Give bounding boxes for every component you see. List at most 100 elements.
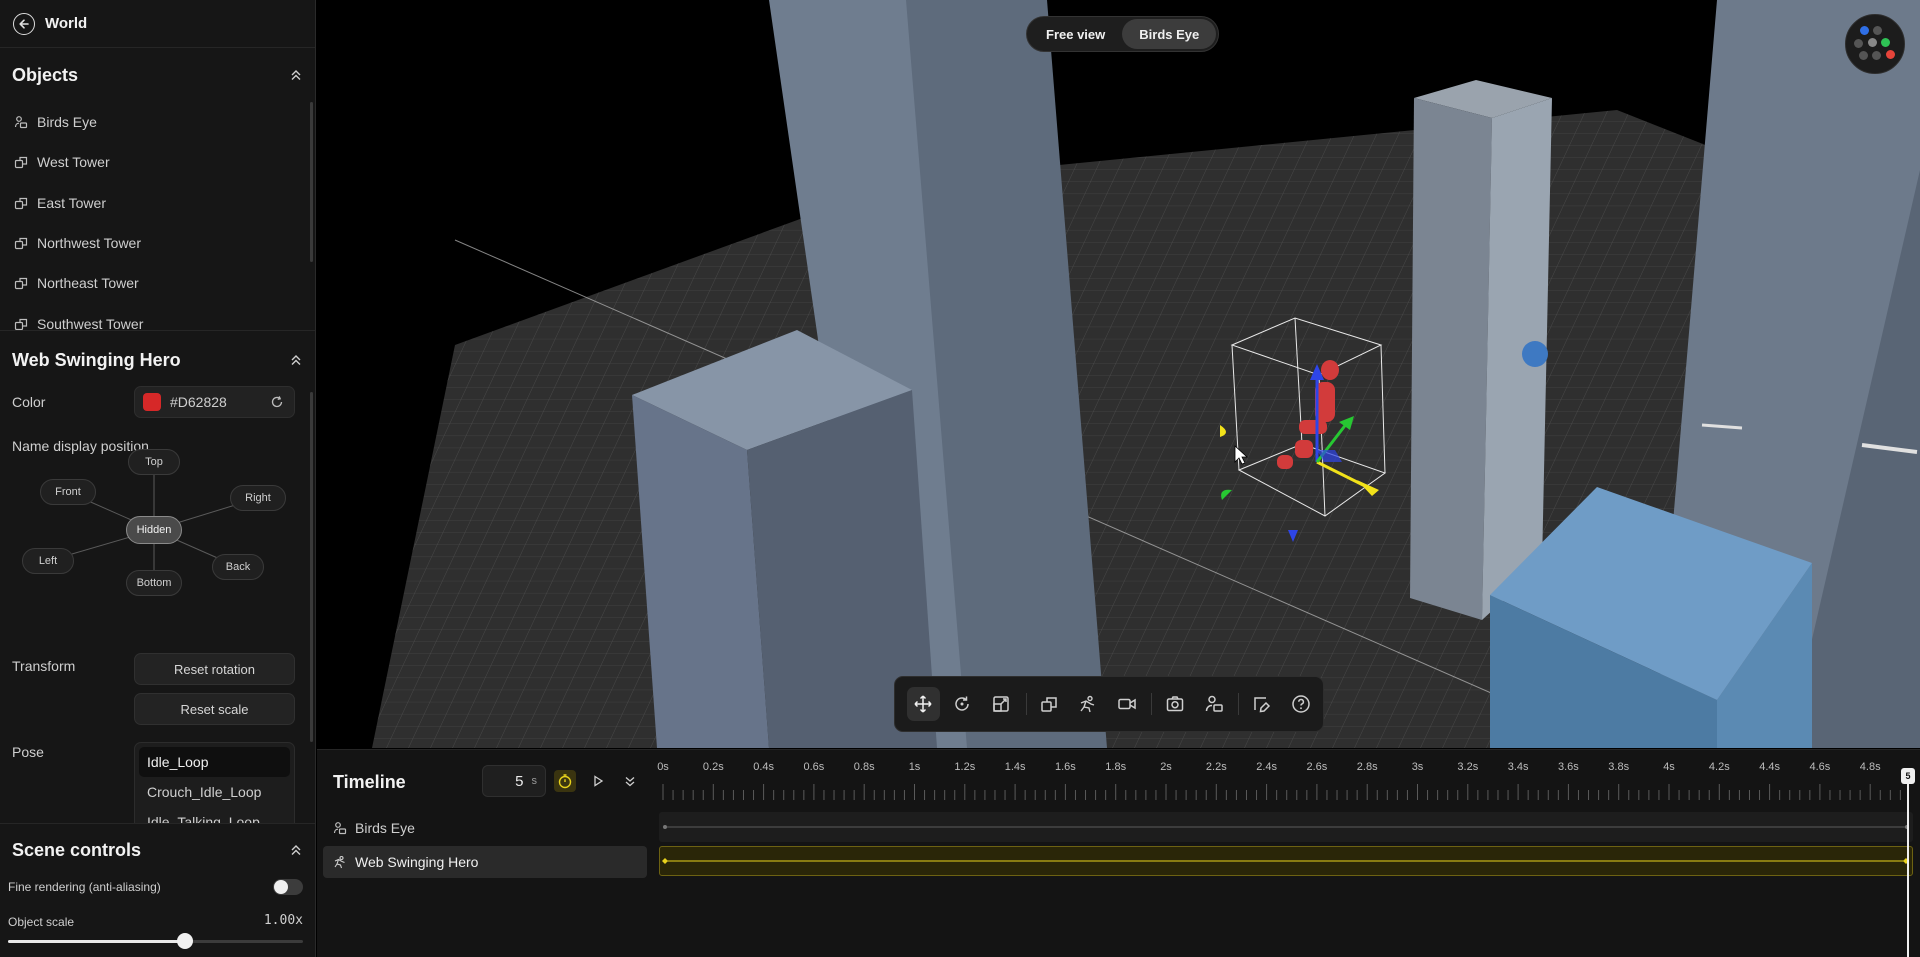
position-back[interactable]: Back: [212, 554, 264, 580]
timeline-panel: Timeline 5 s Birds Eye Web Swinging Hero…: [317, 749, 1920, 957]
camera-sphere: [1522, 341, 1548, 367]
toolbar-divider: [1238, 693, 1240, 715]
scene-canvas[interactable]: [317, 0, 1920, 748]
pose-item-crouch-idle-loop[interactable]: Crouch_Idle_Loop: [139, 777, 290, 807]
collapse-objects-icon[interactable]: [288, 67, 304, 83]
lane-birds-eye[interactable]: [659, 812, 1913, 842]
help-button[interactable]: [1284, 687, 1317, 721]
move-tool[interactable]: [907, 687, 940, 721]
ruler-label: 3.6s: [1557, 761, 1579, 773]
color-picker-field[interactable]: #D62828: [134, 386, 295, 418]
dot: [1854, 39, 1863, 48]
ruler-ticks: [662, 784, 1901, 800]
position-bottom[interactable]: Bottom: [126, 570, 182, 596]
track-birds-eye[interactable]: Birds Eye: [323, 812, 647, 844]
ruler-label: 4.4s: [1759, 761, 1780, 773]
camera-person-icon: [14, 116, 28, 129]
sidebar: World Objects Birds Eye West Tower East …: [0, 0, 316, 957]
keyframe-icon: [662, 858, 668, 864]
ruler-label: 2.6s: [1306, 761, 1328, 773]
position-front-label: Front: [55, 486, 81, 498]
object-item-northwest-tower[interactable]: Northwest Tower: [0, 223, 315, 263]
slider-thumb[interactable]: [177, 933, 193, 949]
screenshot-tool[interactable]: [1158, 687, 1191, 721]
rotate-tool[interactable]: [946, 687, 979, 721]
objects-scrollbar[interactable]: [310, 102, 313, 262]
object-item-birds-eye[interactable]: Birds Eye: [0, 102, 315, 142]
ruler-label: 0.6s: [803, 761, 825, 773]
ruler-label: 4.6s: [1809, 761, 1831, 773]
position-left[interactable]: Left: [22, 548, 74, 574]
dot: [1873, 26, 1882, 35]
screenshot-icon: [1166, 696, 1184, 712]
shapes-icon: [14, 318, 28, 330]
track-web-swinging-hero[interactable]: Web Swinging Hero: [323, 846, 647, 878]
shapes-icon: [14, 237, 28, 250]
pose-item-idle-loop[interactable]: Idle_Loop: [139, 747, 290, 777]
add-character-tool[interactable]: [1072, 687, 1105, 721]
object-item-label: Southwest Tower: [37, 315, 144, 331]
duration-value: 5: [515, 772, 524, 790]
collapse-scene-controls-icon[interactable]: [288, 842, 304, 858]
back-button[interactable]: [13, 12, 35, 35]
collapse-properties-icon[interactable]: [288, 352, 304, 368]
timeline-title: Timeline: [333, 772, 406, 792]
scene-viewport[interactable]: Free view Birds Eye: [317, 0, 1920, 748]
ruler-label: 1s: [908, 761, 921, 773]
color-label: Color: [12, 394, 46, 410]
view-mode-toggle: Free view Birds Eye: [1026, 16, 1220, 52]
add-camera-tool[interactable]: [1111, 687, 1144, 721]
object-item-label: Birds Eye: [37, 114, 97, 131]
duration-input[interactable]: 5 s: [482, 765, 546, 797]
position-hidden-label: Hidden: [136, 524, 172, 536]
collapse-timeline-button[interactable]: [619, 770, 641, 792]
position-hidden[interactable]: Hidden: [126, 516, 182, 544]
position-right[interactable]: Right: [230, 485, 286, 511]
reset-scale-button[interactable]: Reset scale: [134, 693, 295, 725]
ruler-label: 3.8s: [1608, 761, 1630, 773]
shapes-icon: [14, 197, 28, 209]
object-item-east-tower[interactable]: East Tower: [0, 183, 315, 223]
object-item-northeast-tower[interactable]: Northeast Tower: [0, 263, 315, 303]
object-item-label: Northwest Tower: [37, 235, 142, 252]
toggle-knob: [274, 880, 288, 894]
ruler-label: 0s: [657, 761, 669, 773]
track-label: Birds Eye: [355, 820, 415, 836]
object-item-west-tower[interactable]: West Tower: [0, 142, 315, 182]
properties-scrollbar[interactable]: [310, 392, 313, 742]
pose-item-idle-talking-loop[interactable]: Idle_Talking_Loop: [139, 807, 290, 823]
object-item-label: Northeast Tower: [37, 275, 139, 292]
fine-rendering-toggle[interactable]: [273, 879, 303, 895]
lane-web-swinging-hero[interactable]: [659, 846, 1913, 876]
scene-controls-title: Scene controls: [12, 839, 142, 860]
transform-toolbar: [894, 676, 1324, 732]
camera-view-tool[interactable]: [1197, 687, 1230, 721]
object-scale-slider[interactable]: [8, 933, 303, 949]
add-shape-tool[interactable]: [1033, 687, 1066, 721]
position-front[interactable]: Front: [40, 479, 96, 505]
pose-label: Pose: [12, 744, 44, 760]
slider-fill: [8, 940, 185, 943]
timeline-ruler[interactable]: 0s 0.2s 0.4s 0.6s 0.8s 1s 1.2s 1.4s 1.6s 1.8s 2s 2.…: [657, 750, 1909, 814]
toolbar-divider: [1025, 693, 1027, 715]
position-top[interactable]: Top: [128, 449, 180, 475]
path-edit-tool[interactable]: [1245, 687, 1278, 721]
orientation-menu[interactable]: [1845, 14, 1905, 74]
dot: [1886, 50, 1895, 59]
free-view-option[interactable]: Free view: [1029, 19, 1122, 49]
timer-button[interactable]: [554, 770, 576, 792]
birds-eye-option[interactable]: Birds Eye: [1122, 19, 1217, 49]
selected-object-title: Web Swinging Hero: [12, 349, 181, 370]
color-swatch[interactable]: [143, 393, 161, 411]
ruler-label: 2.8s: [1356, 761, 1378, 773]
playhead[interactable]: 5: [1901, 768, 1915, 957]
ruler-label: 3.2s: [1457, 761, 1479, 773]
reset-color-icon[interactable]: [270, 395, 284, 409]
position-bottom-label: Bottom: [136, 577, 172, 589]
object-item-southwest-tower[interactable]: Southwest Tower: [0, 303, 315, 331]
duration-unit: s: [531, 775, 538, 787]
dot: [1868, 38, 1877, 47]
reset-rotation-button[interactable]: Reset rotation: [134, 653, 295, 685]
scale-tool[interactable]: [985, 687, 1018, 721]
play-button[interactable]: [587, 770, 609, 792]
